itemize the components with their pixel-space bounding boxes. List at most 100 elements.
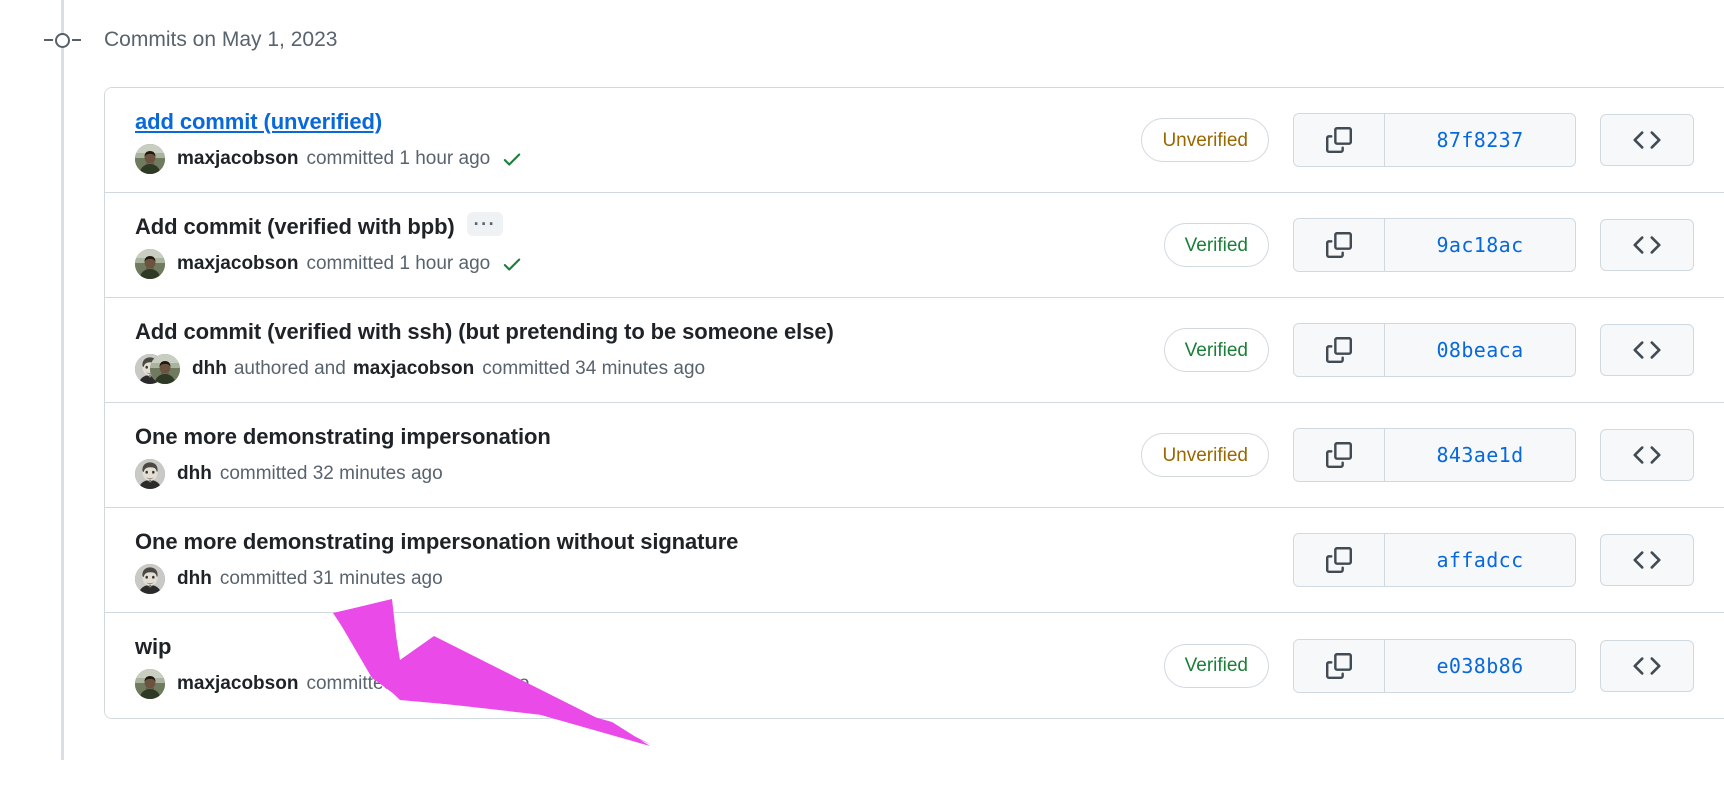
- commit-byline: maxjacobson committed 1 hour ago: [135, 248, 1144, 279]
- commit-sha-link[interactable]: 08beaca: [1385, 324, 1575, 376]
- commit-timestamp: committed 31 minutes ago: [219, 567, 443, 589]
- commit-row: Add commit (verified with ssh) (but pret…: [105, 298, 1724, 403]
- expand-commit-description-button[interactable]: ···: [466, 211, 504, 236]
- verification-status-badge[interactable]: Verified: [1163, 643, 1269, 688]
- commit-message-link[interactable]: Add commit (verified with ssh) (but pret…: [135, 317, 834, 347]
- commit-sha-link[interactable]: affadcc: [1385, 534, 1575, 586]
- commit-sha-group: 87f8237: [1293, 113, 1576, 167]
- avatar[interactable]: [150, 353, 180, 384]
- code-brackets-icon[interactable]: [1600, 639, 1694, 692]
- commit-sha-group: 9ac18ac: [1293, 218, 1576, 272]
- commit-committer-link[interactable]: maxjacobson: [353, 356, 474, 382]
- commits-list: add commit (unverified) maxjacobson commit…: [104, 87, 1724, 719]
- commit-main: Add commit (verified with bpb) ··· maxjaco…: [135, 198, 1144, 293]
- timeline-ring: [55, 33, 70, 48]
- copy-icon[interactable]: [1294, 324, 1385, 376]
- commit-title-row: Add commit (verified with bpb) ···: [135, 211, 1144, 242]
- commit-sha-link[interactable]: 9ac18ac: [1385, 219, 1575, 271]
- commit-author-link[interactable]: maxjacobson: [177, 251, 298, 277]
- commit-message-link[interactable]: One more demonstrating impersonation wit…: [135, 527, 738, 557]
- avatar[interactable]: [135, 458, 165, 489]
- commit-timestamp: committed 34 minutes ago: [482, 357, 706, 379]
- commit-timestamp: committed 15 minutes ago: [306, 673, 530, 694]
- avatar[interactable]: [135, 143, 165, 174]
- commit-main: One more demonstrating impersonation wit…: [135, 513, 1207, 608]
- timeline-dash-right: [72, 39, 81, 41]
- commit-row: One more demonstrating impersonation dhh c…: [105, 403, 1724, 508]
- avatar-stack: [135, 143, 165, 174]
- commit-author-link[interactable]: dhh: [192, 356, 227, 382]
- copy-icon[interactable]: [1294, 639, 1385, 692]
- commit-sha-group: 843ae1d: [1293, 428, 1576, 482]
- copy-icon[interactable]: [1294, 429, 1385, 481]
- avatar-stack: [135, 458, 165, 489]
- code-brackets-icon[interactable]: [1600, 429, 1694, 481]
- commit-sha-link[interactable]: e038b86: [1385, 639, 1575, 692]
- timeline-dash-left: [44, 39, 53, 41]
- avatar-stack: [135, 669, 165, 699]
- commit-main: wip maxjacobson committed 15 minutes ago: [135, 618, 1144, 713]
- avatar-stack: [135, 353, 180, 384]
- commit-byline: dhh committed 32 minutes ago: [135, 458, 1121, 489]
- commit-byline: maxjacobson committed 15 minutes ago: [135, 669, 1144, 699]
- code-brackets-icon[interactable]: [1600, 114, 1694, 166]
- avatar-stack: [135, 248, 165, 279]
- commit-author-link[interactable]: maxjacobson: [177, 671, 298, 697]
- commit-timestamp: committed 1 hour ago: [306, 147, 491, 169]
- verification-status-badge[interactable]: Verified: [1163, 223, 1269, 267]
- commit-author-link[interactable]: dhh: [177, 566, 212, 592]
- commit-row: Add commit (verified with bpb) ··· maxjaco…: [105, 193, 1724, 298]
- commit-actions: Verified e038b86: [1144, 638, 1694, 693]
- verification-status-badge[interactable]: Unverified: [1141, 433, 1269, 477]
- copy-icon[interactable]: [1294, 219, 1385, 271]
- verification-status-badge[interactable]: Verified: [1163, 328, 1269, 372]
- verification-status-badge[interactable]: Unverified: [1141, 118, 1269, 162]
- avatar[interactable]: [135, 248, 165, 279]
- commit-timestamp: committed 1 hour ago: [306, 252, 491, 274]
- commit-main: Add commit (verified with ssh) (but pret…: [135, 303, 1144, 398]
- avatar[interactable]: [135, 563, 165, 594]
- commit-sha-group: affadcc: [1293, 533, 1576, 587]
- commit-sha-link[interactable]: 843ae1d: [1385, 429, 1575, 481]
- commit-actions: Unverified 843ae1d: [1121, 428, 1694, 482]
- commit-main: One more demonstrating impersonation dhh c…: [135, 408, 1121, 503]
- byline-connector: authored and: [233, 357, 346, 379]
- check-icon: [501, 253, 523, 275]
- commit-byline: dhh committed 31 minutes ago: [135, 563, 1207, 594]
- commit-title-row: wip: [135, 632, 1144, 662]
- commit-actions: Verified 08beaca: [1144, 323, 1694, 377]
- commit-row: One more demonstrating impersonation wit…: [105, 508, 1724, 613]
- commit-timeline-rail: [61, 0, 64, 760]
- commit-message-link[interactable]: Add commit (verified with bpb): [135, 212, 455, 242]
- commit-message-link[interactable]: One more demonstrating impersonation: [135, 422, 551, 452]
- commit-byline: maxjacobson committed 1 hour ago: [135, 143, 1121, 174]
- avatar-stack: [135, 563, 165, 594]
- commit-row: wip maxjacobson committed 15 minutes ago Ve…: [105, 613, 1724, 718]
- commit-title-row: Add commit (verified with ssh) (but pret…: [135, 317, 1144, 347]
- commit-actions: affadcc: [1207, 533, 1694, 587]
- commit-sha-link[interactable]: 87f8237: [1385, 114, 1575, 166]
- commit-title-row: add commit (unverified): [135, 107, 1121, 137]
- commit-message-link[interactable]: wip: [135, 632, 171, 662]
- commit-main: add commit (unverified) maxjacobson commit…: [135, 93, 1121, 188]
- commit-timestamp: committed 32 minutes ago: [219, 462, 443, 484]
- commits-date-heading: Commits on May 1, 2023: [104, 28, 338, 51]
- copy-icon[interactable]: [1294, 534, 1385, 586]
- check-icon: [501, 148, 523, 170]
- commit-sha-group: 08beaca: [1293, 323, 1576, 377]
- code-brackets-icon[interactable]: [1600, 219, 1694, 271]
- commit-message-link[interactable]: add commit (unverified): [135, 107, 382, 137]
- commit-author-link[interactable]: maxjacobson: [177, 146, 298, 172]
- copy-icon[interactable]: [1294, 114, 1385, 166]
- code-brackets-icon[interactable]: [1600, 534, 1694, 586]
- commit-row: add commit (unverified) maxjacobson commit…: [105, 88, 1724, 193]
- commit-author-link[interactable]: dhh: [177, 461, 212, 487]
- avatar[interactable]: [135, 669, 165, 699]
- commit-actions: Unverified 87f8237: [1121, 113, 1694, 167]
- commit-actions: Verified 9ac18ac: [1144, 218, 1694, 272]
- commit-node-icon: [44, 31, 81, 49]
- commit-title-row: One more demonstrating impersonation: [135, 422, 1121, 452]
- commit-sha-group: e038b86: [1293, 638, 1576, 693]
- code-brackets-icon[interactable]: [1600, 324, 1694, 376]
- commit-byline: dhh authored and maxjacobson committed 34 m…: [135, 353, 1144, 384]
